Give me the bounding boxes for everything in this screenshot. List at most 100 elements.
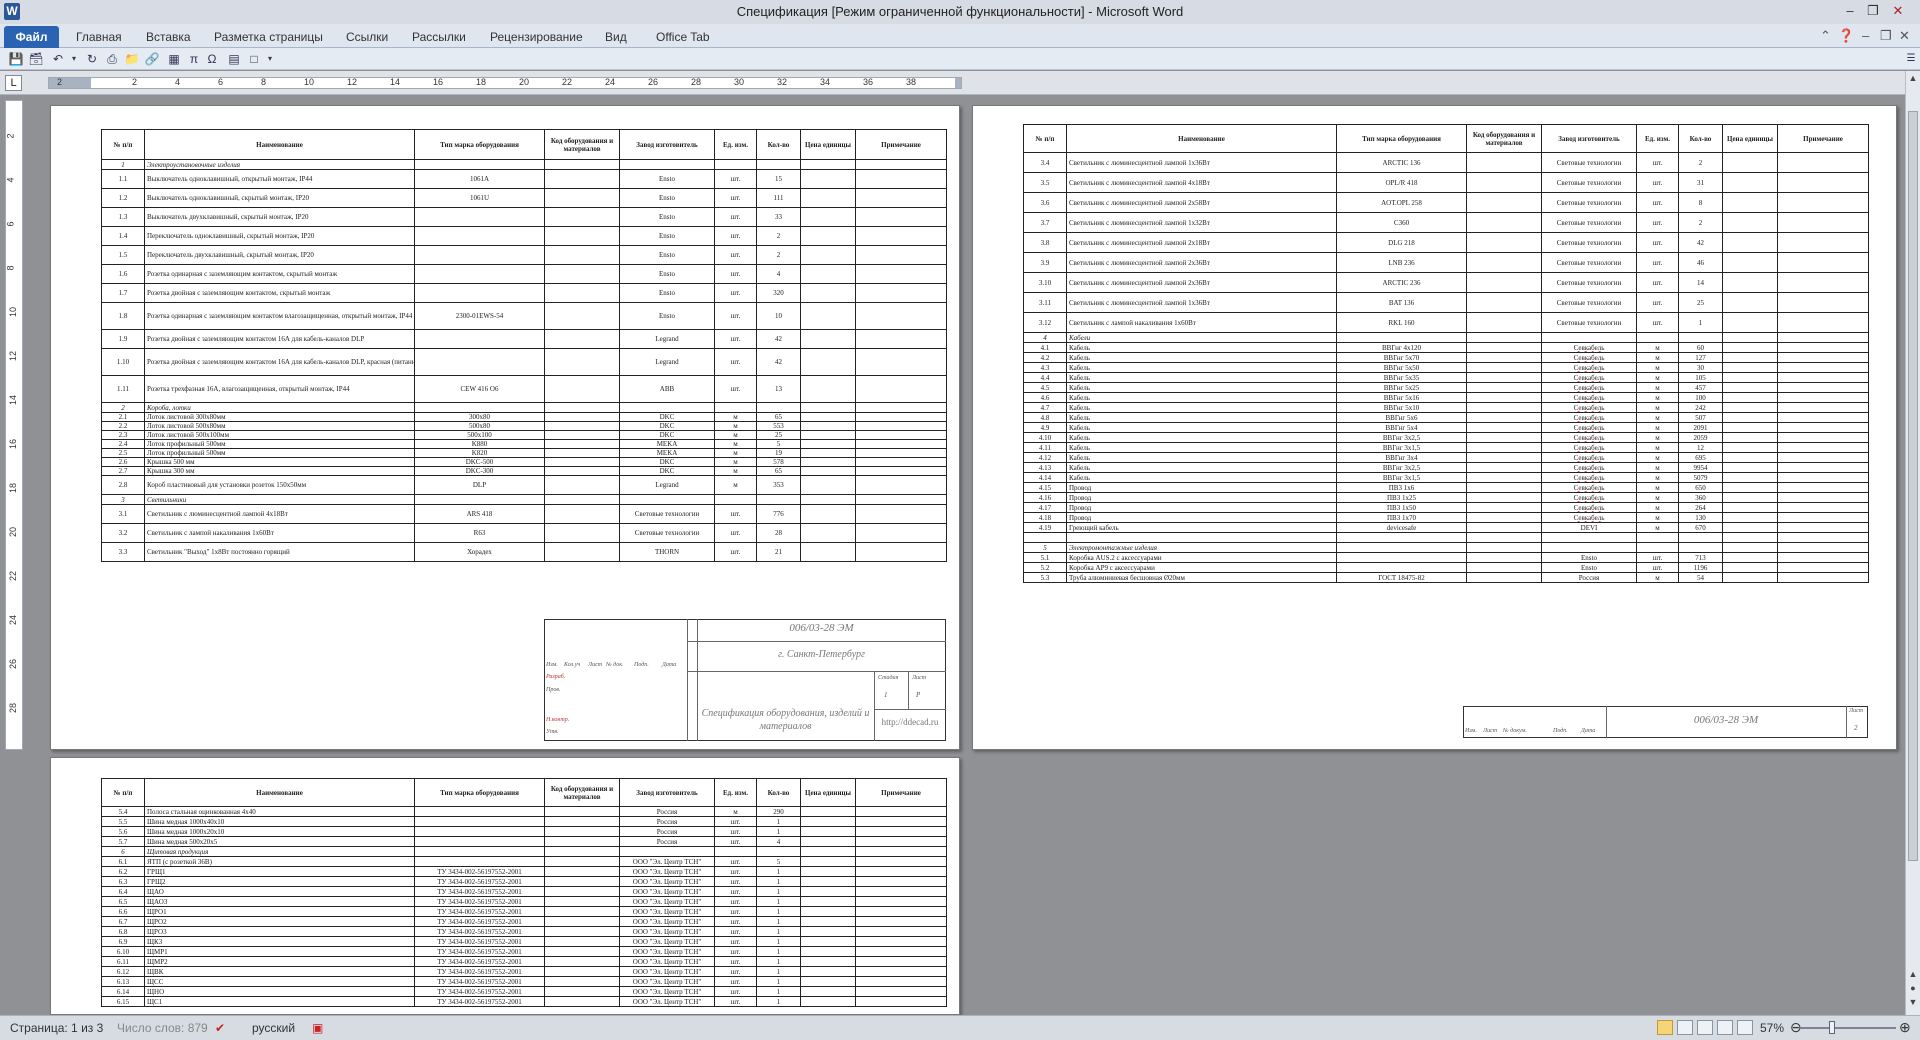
cell-unit[interactable]: шт. bbox=[714, 329, 757, 349]
cell-quantity[interactable]: 5079 bbox=[1678, 472, 1723, 483]
cell-unit[interactable]: шт. bbox=[714, 348, 757, 376]
cell-manufacturer[interactable]: Световые технологии bbox=[1541, 152, 1637, 173]
tab-insert[interactable]: Вставка bbox=[138, 27, 199, 47]
cell-equipment-code[interactable] bbox=[544, 816, 620, 827]
cell-equipment-code[interactable] bbox=[544, 906, 620, 917]
cell-note[interactable] bbox=[1777, 152, 1869, 173]
cell-manufacturer[interactable]: ООО "Эл. Центр ТСН" bbox=[619, 926, 715, 937]
cell-equipment-code[interactable] bbox=[1466, 562, 1542, 573]
cell-note[interactable] bbox=[855, 504, 947, 524]
cell-equipment-code[interactable] bbox=[1466, 312, 1542, 333]
cell-quantity[interactable]: 1 bbox=[756, 906, 801, 917]
cell-equipment-code[interactable] bbox=[1466, 522, 1542, 533]
cell-unit-price[interactable] bbox=[800, 375, 856, 403]
cell-manufacturer[interactable]: DEVI bbox=[1541, 522, 1637, 533]
open-icon[interactable]: 📁 bbox=[124, 51, 140, 67]
cell-note[interactable] bbox=[855, 816, 947, 827]
cell-equipment-code[interactable] bbox=[544, 826, 620, 837]
cell-equipment-code[interactable] bbox=[544, 996, 620, 1007]
cell-unit[interactable]: шт. bbox=[714, 504, 757, 524]
cell-row-number[interactable]: 5.4 bbox=[101, 806, 145, 817]
cell-quantity[interactable]: 54 bbox=[1678, 572, 1723, 583]
cell-equipment-code[interactable] bbox=[544, 169, 620, 189]
cell-manufacturer[interactable]: Севкабель bbox=[1541, 362, 1637, 373]
cell-row-number[interactable]: 1.8 bbox=[101, 302, 145, 330]
cell-equipment-type[interactable]: ВВГнг 3x2,5 bbox=[1336, 432, 1467, 443]
cell-note[interactable] bbox=[1777, 572, 1869, 583]
cell-equipment-code[interactable] bbox=[1466, 402, 1542, 413]
cell-unit[interactable]: шт. bbox=[714, 542, 757, 562]
cell-unit[interactable] bbox=[714, 846, 757, 857]
cell-equipment-code[interactable] bbox=[544, 523, 620, 543]
cell-item-name[interactable]: Электромонтажные изделия bbox=[1066, 542, 1337, 553]
cell-quantity[interactable]: 1 bbox=[756, 816, 801, 827]
cell-item-name[interactable]: Щитовая продукция bbox=[144, 846, 415, 857]
cell-unit-price[interactable] bbox=[1722, 342, 1778, 353]
cell-quantity[interactable]: 46 bbox=[1678, 252, 1723, 273]
cell-note[interactable] bbox=[855, 375, 947, 403]
cell-unit-price[interactable] bbox=[1722, 482, 1778, 493]
cell-equipment-code[interactable] bbox=[544, 846, 620, 857]
cell-manufacturer[interactable]: Световые технологии bbox=[1541, 312, 1637, 333]
cell-unit-price[interactable] bbox=[1722, 452, 1778, 463]
cell-manufacturer[interactable]: ООО "Эл. Центр ТСН" bbox=[619, 986, 715, 997]
cell-note[interactable] bbox=[1777, 392, 1869, 403]
cell-equipment-type[interactable]: ВВГнг 5x25 bbox=[1336, 382, 1467, 393]
cell-row-number[interactable]: 4.13 bbox=[1023, 462, 1067, 473]
cell-row-number[interactable] bbox=[1023, 532, 1067, 543]
cell-quantity[interactable]: 65 bbox=[756, 466, 801, 476]
cell-quantity[interactable]: 1 bbox=[756, 976, 801, 987]
cell-equipment-code[interactable] bbox=[544, 402, 620, 413]
cell-row-number[interactable]: 5.1 bbox=[1023, 552, 1067, 563]
cell-unit[interactable]: м bbox=[1636, 492, 1679, 503]
cell-row-number[interactable]: 2 bbox=[101, 402, 145, 413]
cell-unit-price[interactable] bbox=[800, 169, 856, 189]
cell-row-number[interactable]: 6.2 bbox=[101, 866, 145, 877]
cell-item-name[interactable]: Выключатель одноклавишный, открытый монт… bbox=[144, 169, 415, 189]
cell-row-number[interactable]: 5.5 bbox=[101, 816, 145, 827]
cell-equipment-type[interactable]: ARCTIC 136 bbox=[1336, 152, 1467, 173]
cell-unit-price[interactable] bbox=[800, 976, 856, 987]
cell-equipment-type[interactable]: ВВГнг 5x35 bbox=[1336, 372, 1467, 383]
cell-unit[interactable]: шт. bbox=[714, 956, 757, 967]
cell-note[interactable] bbox=[1777, 492, 1869, 503]
cell-row-number[interactable]: 3.4 bbox=[1023, 152, 1067, 173]
cell-unit-price[interactable] bbox=[1722, 542, 1778, 553]
cell-equipment-code[interactable] bbox=[544, 856, 620, 867]
cell-item-name[interactable]: Кабель bbox=[1066, 352, 1337, 363]
cell-quantity[interactable]: 1 bbox=[756, 866, 801, 877]
cell-unit[interactable]: м bbox=[714, 412, 757, 422]
cell-manufacturer[interactable]: Севкабель bbox=[1541, 442, 1637, 453]
cell-unit-price[interactable] bbox=[800, 936, 856, 947]
scroll-up-icon[interactable]: ▲ bbox=[1907, 73, 1919, 83]
cell-manufacturer[interactable]: Севкабель bbox=[1541, 372, 1637, 383]
cell-quantity[interactable]: 695 bbox=[1678, 452, 1723, 463]
cell-note[interactable] bbox=[1777, 382, 1869, 393]
cell-unit-price[interactable] bbox=[800, 806, 856, 817]
cell-note[interactable] bbox=[855, 846, 947, 857]
cell-manufacturer[interactable]: ООО "Эл. Центр ТСН" bbox=[619, 956, 715, 967]
cell-unit[interactable]: м bbox=[1636, 372, 1679, 383]
cell-manufacturer[interactable]: Ensto bbox=[619, 188, 715, 208]
cell-item-name[interactable]: ЩАО bbox=[144, 886, 415, 897]
cell-unit-price[interactable] bbox=[800, 816, 856, 827]
cell-unit-price[interactable] bbox=[800, 836, 856, 847]
cell-item-name[interactable]: Провод bbox=[1066, 482, 1337, 493]
cell-item-name[interactable] bbox=[1066, 532, 1337, 543]
cell-unit-price[interactable] bbox=[800, 523, 856, 543]
cell-row-number[interactable]: 6.8 bbox=[101, 926, 145, 937]
cell-equipment-type[interactable]: ВВГнг 5x6 bbox=[1336, 412, 1467, 423]
word-count[interactable]: Число слов: 879 bbox=[117, 1021, 208, 1035]
cell-manufacturer[interactable]: Световые технологии bbox=[1541, 272, 1637, 293]
cell-note[interactable] bbox=[1777, 192, 1869, 213]
cell-note[interactable] bbox=[1777, 432, 1869, 443]
cell-unit[interactable]: шт. bbox=[714, 906, 757, 917]
cell-note[interactable] bbox=[1777, 402, 1869, 413]
cell-note[interactable] bbox=[1777, 252, 1869, 273]
cell-note[interactable] bbox=[1777, 232, 1869, 253]
cell-quantity[interactable] bbox=[756, 159, 801, 170]
cell-quantity[interactable]: 30 bbox=[1678, 362, 1723, 373]
cell-equipment-type[interactable]: ВВГнг 5x70 bbox=[1336, 352, 1467, 363]
cell-quantity[interactable]: 578 bbox=[756, 457, 801, 467]
cell-equipment-code[interactable] bbox=[544, 448, 620, 458]
